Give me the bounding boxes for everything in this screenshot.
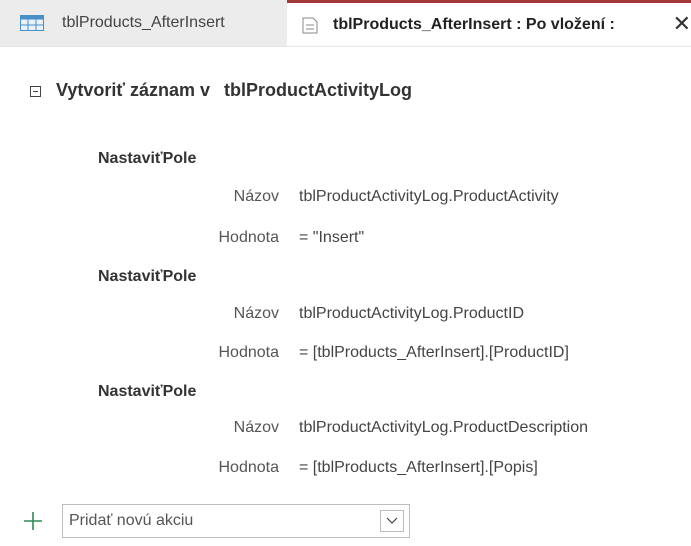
value-label: Hodnota: [218, 344, 280, 361]
setfield-value-value[interactable]: = [tblProducts_AfterInsert].[Popis]: [299, 459, 538, 477]
add-new-action-combobox[interactable]: Pridať novú akciu: [62, 504, 410, 538]
value-label: Hodnota: [218, 229, 280, 246]
setfield-title: NastaviťPole: [98, 383, 197, 400]
close-icon[interactable]: ✕: [673, 13, 691, 35]
collapse-icon[interactable]: [30, 86, 41, 97]
setfield-value-value[interactable]: = [tblProducts_AfterInsert].[ProductID]: [299, 344, 569, 362]
chevron-down-icon: [386, 517, 398, 524]
tab-table[interactable]: tblProducts_AfterInsert: [0, 0, 287, 46]
setfield-name-value[interactable]: tblProductActivityLog.ProductActivity: [299, 188, 559, 206]
tab-bar: tblProducts_AfterInsert tblProducts_Afte…: [0, 0, 691, 47]
name-label: Názov: [233, 188, 279, 205]
setfield-value-value[interactable]: = "Insert": [299, 229, 364, 247]
tab-macro[interactable]: tblProducts_AfterInsert : Po vložení : ✕: [287, 0, 691, 46]
plus-icon[interactable]: [23, 511, 43, 531]
create-record-table: tblProductActivityLog: [224, 80, 413, 100]
setfield-name-value[interactable]: tblProductActivityLog.ProductID: [299, 305, 524, 323]
create-record-label: Vytvoriť záznam v: [56, 80, 211, 100]
macro-designer: Vytvoriť záznam v tblProductActivityLog N…: [0, 46, 691, 546]
macro-icon: [302, 17, 318, 33]
setfield-title: NastaviťPole: [98, 150, 197, 167]
value-label: Hodnota: [218, 459, 280, 476]
create-record-header: Vytvoriť záznam v tblProductActivityLog: [56, 80, 412, 101]
tab-label: tblProducts_AfterInsert : Po vložení :: [333, 15, 615, 33]
setfield-title: NastaviťPole: [98, 268, 197, 285]
add-action-placeholder: Pridať novú akciu: [69, 512, 194, 529]
setfield-name-value[interactable]: tblProductActivityLog.ProductDescription: [299, 419, 588, 437]
dropdown-button[interactable]: [380, 510, 404, 532]
name-label: Názov: [233, 305, 279, 322]
table-icon: [20, 15, 44, 31]
name-label: Názov: [233, 419, 279, 436]
tab-label: tblProducts_AfterInsert: [62, 14, 225, 31]
